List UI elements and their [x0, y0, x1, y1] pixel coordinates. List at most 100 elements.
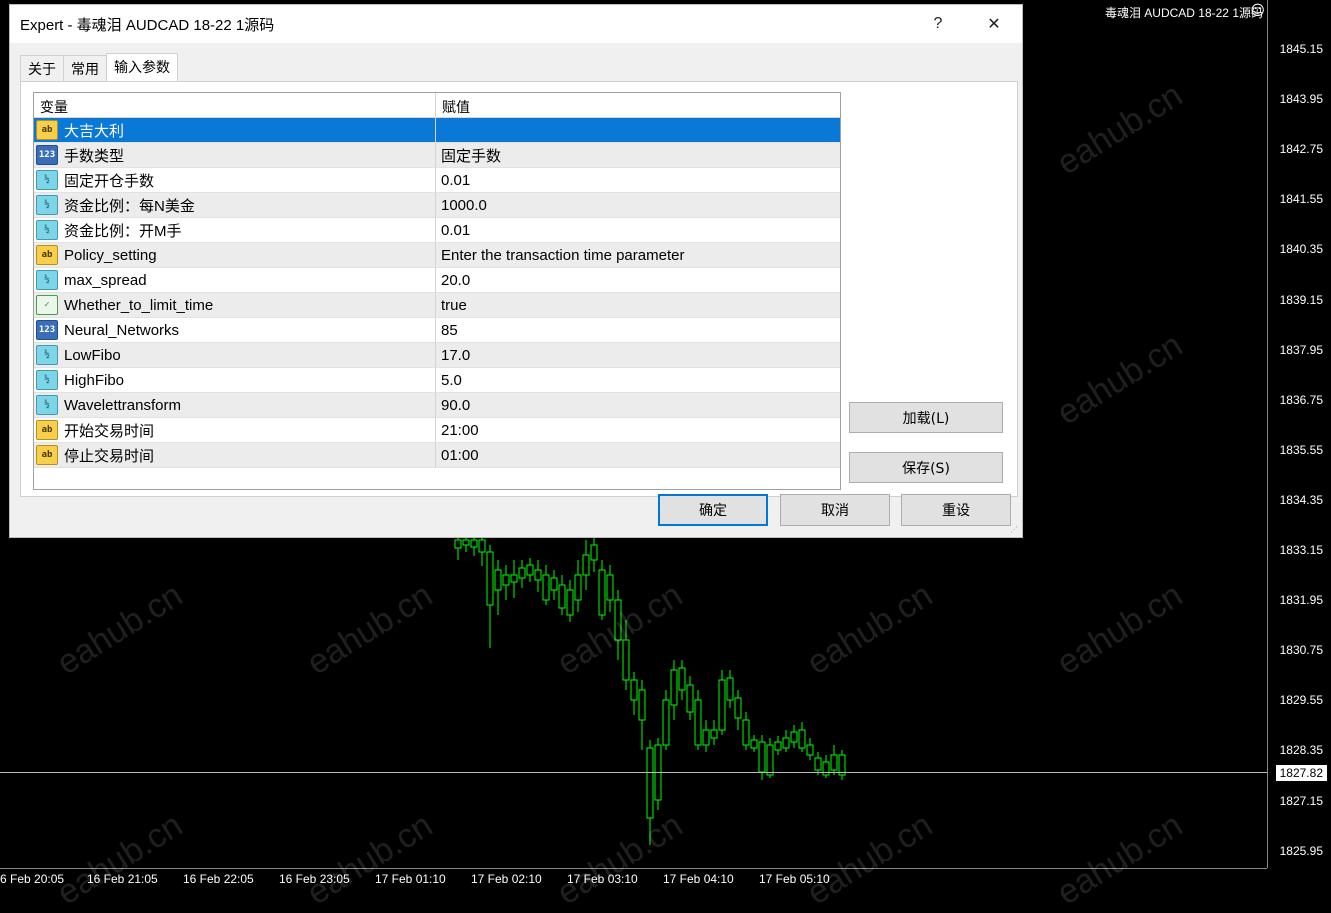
candle-body — [766, 744, 774, 776]
parameter-name-cell[interactable]: ½ 资金比例：开M手 — [34, 218, 436, 243]
dialog-titlebar[interactable]: Expert - 毒魂泪 AUDCAD 18-22 1源码 ? ✕ — [10, 5, 1022, 43]
parameter-value-cell[interactable]: Enter the transaction time parameter — [436, 243, 840, 268]
price-tick-label: 1830.75 — [1279, 643, 1323, 658]
candle-body — [710, 729, 718, 739]
candle-body — [478, 539, 486, 553]
price-tick-label: 1837.95 — [1279, 342, 1323, 357]
parameter-name-cell[interactable]: ab Policy_setting — [34, 243, 436, 268]
parameter-value-cell[interactable]: 21:00 — [436, 418, 840, 443]
candle-body — [590, 544, 598, 561]
resize-grip-icon[interactable]: ⋰ — [1010, 525, 1020, 535]
candle-body — [726, 677, 734, 701]
parameter-row[interactable]: ½ HighFibo 5.0 — [34, 368, 840, 393]
parameter-row[interactable]: ab 停止交易时间 01:00 — [34, 443, 840, 468]
parameter-row[interactable]: 123 Neural_Networks 85 — [34, 318, 840, 343]
parameter-value-cell[interactable]: 5.0 — [436, 368, 840, 393]
candle-body — [638, 689, 646, 721]
tab-inputs[interactable]: 输入参数 — [106, 53, 178, 81]
price-tick-label: 1842.75 — [1279, 142, 1323, 157]
help-icon[interactable]: ? — [910, 15, 966, 33]
parameter-name-cell[interactable]: ½ LowFibo — [34, 343, 436, 368]
parameter-row[interactable]: ab 大吉大利 — [34, 118, 840, 143]
bool-type-icon: ✓ — [36, 295, 58, 315]
parameter-value-cell[interactable]: 固定手数 — [436, 143, 840, 168]
parameter-name: 开始交易时间 — [64, 422, 155, 440]
parameter-row[interactable]: ab Policy_setting Enter the transaction ti… — [34, 243, 840, 268]
parameter-name-cell[interactable]: ½ 固定开仓手数 — [34, 168, 436, 193]
header-variable[interactable]: 变量 — [34, 93, 436, 117]
parameter-value-cell[interactable]: 17.0 — [436, 343, 840, 368]
inputs-panel: 变量 赋值 ab 大吉大利 123 手数类型 固定手数 ½ 固定开仓手数 0.01 ½ 资金比例：… — [20, 81, 1018, 497]
parameter-value-cell[interactable]: true — [436, 293, 840, 318]
time-axis-divider — [0, 868, 1267, 869]
parameter-row[interactable]: ½ LowFibo 17.0 — [34, 343, 840, 368]
parameter-value-cell[interactable]: 0.01 — [436, 168, 840, 193]
parameter-name-cell[interactable]: ½ HighFibo — [34, 368, 436, 393]
integer-type-icon: 123 — [36, 145, 58, 165]
parameter-name: 大吉大利 — [64, 122, 125, 140]
parameter-name-cell[interactable]: ab 开始交易时间 — [34, 418, 436, 443]
load-button[interactable]: 加载(L) — [849, 402, 1003, 433]
double-type-icon: ½ — [36, 170, 58, 190]
close-icon[interactable]: ✕ — [966, 14, 1022, 34]
parameter-row[interactable]: ½ Wavelettransform 90.0 — [34, 393, 840, 418]
parameter-name-cell[interactable]: ✓ Whether_to_limit_time — [34, 293, 436, 318]
candle-body — [782, 737, 790, 749]
price-tick-label: 1845.15 — [1279, 42, 1323, 56]
parameter-name-cell[interactable]: ab 大吉大利 — [34, 118, 436, 143]
header-value[interactable]: 赋值 — [436, 93, 840, 117]
candle-body — [454, 539, 462, 549]
candle-body — [494, 569, 502, 591]
candle-body — [542, 574, 550, 601]
parameter-value-cell[interactable]: 90.0 — [436, 393, 840, 418]
parameter-row[interactable]: ½ max_spread 20.0 — [34, 268, 840, 293]
parameter-name: Wavelettransform — [64, 396, 181, 414]
candle-body — [806, 744, 814, 756]
parameter-name-cell[interactable]: ½ max_spread — [34, 268, 436, 293]
parameter-row[interactable]: 123 手数类型 固定手数 — [34, 143, 840, 168]
price-tick-label: 1839.15 — [1279, 292, 1323, 307]
parameter-name-cell[interactable]: ab 停止交易时间 — [34, 443, 436, 468]
parameter-name: LowFibo — [64, 346, 121, 364]
ok-button[interactable]: 确定 — [658, 494, 768, 526]
candle-body — [694, 699, 702, 746]
parameter-name-cell[interactable]: 123 Neural_Networks — [34, 318, 436, 343]
parameter-name-cell[interactable]: ½ 资金比例：每N美金 — [34, 193, 436, 218]
parameter-row[interactable]: ½ 资金比例：开M手 0.01 — [34, 218, 840, 243]
grid-header: 变量 赋值 — [34, 93, 840, 118]
parameter-value-cell[interactable]: 20.0 — [436, 268, 840, 293]
parameter-name-cell[interactable]: 123 手数类型 — [34, 143, 436, 168]
candle-body — [822, 761, 830, 776]
parameter-name: 固定开仓手数 — [64, 172, 155, 190]
parameter-value-cell[interactable]: 85 — [436, 318, 840, 343]
candle-body — [814, 757, 822, 771]
parameter-value-cell[interactable]: 01:00 — [436, 443, 840, 468]
parameter-value-cell[interactable] — [436, 118, 840, 143]
expert-dialog: Expert - 毒魂泪 AUDCAD 18-22 1源码 ? ✕ 关于 常用 … — [9, 4, 1023, 538]
candle-body — [830, 754, 838, 771]
candle-body — [630, 679, 638, 701]
parameter-row[interactable]: ½ 资金比例：每N美金 1000.0 — [34, 193, 840, 218]
double-type-icon: ½ — [36, 395, 58, 415]
time-tick-label: 17 Feb 05:10 — [759, 872, 830, 886]
parameter-value-cell[interactable]: 1000.0 — [436, 193, 840, 218]
double-type-icon: ½ — [36, 195, 58, 215]
parameter-value-cell[interactable]: 0.01 — [436, 218, 840, 243]
price-tick-label: 1825.95 — [1279, 843, 1323, 858]
parameter-row[interactable]: ✓ Whether_to_limit_time true — [34, 293, 840, 318]
parameter-row[interactable]: ab 开始交易时间 21:00 — [34, 418, 840, 443]
parameter-name-cell[interactable]: ½ Wavelettransform — [34, 393, 436, 418]
candle-body — [566, 589, 574, 616]
tab-common[interactable]: 常用 — [63, 55, 107, 83]
save-button[interactable]: 保存(S) — [849, 452, 1003, 483]
time-tick-label: 17 Feb 04:10 — [663, 872, 734, 886]
parameter-rows: ab 大吉大利 123 手数类型 固定手数 ½ 固定开仓手数 0.01 ½ 资金比例：每N美金 10… — [34, 118, 840, 468]
time-tick-label: 6 Feb 20:05 — [0, 872, 65, 886]
parameter-grid: 变量 赋值 ab 大吉大利 123 手数类型 固定手数 ½ 固定开仓手数 0.01 ½ 资金比例：… — [33, 92, 841, 490]
reset-button[interactable]: 重设 — [901, 494, 1011, 526]
cancel-button[interactable]: 取消 — [780, 494, 890, 526]
tab-about[interactable]: 关于 — [20, 55, 64, 83]
smiley-icon[interactable]: ☺ — [1250, 3, 1265, 19]
price-tick-label: 1829.55 — [1279, 693, 1323, 708]
parameter-row[interactable]: ½ 固定开仓手数 0.01 — [34, 168, 840, 193]
